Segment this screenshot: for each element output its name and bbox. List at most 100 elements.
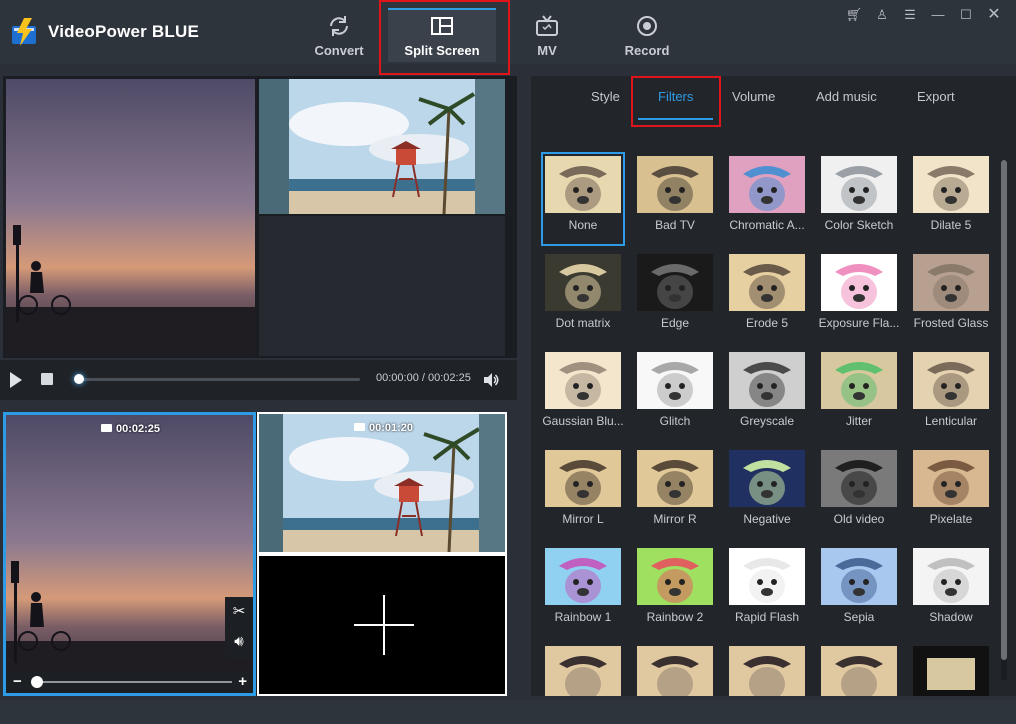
filter-edge[interactable]: Edge <box>633 250 717 344</box>
filter-shadow[interactable]: Shadow <box>909 544 993 638</box>
filter-partial[interactable] <box>541 642 625 696</box>
filter-old-video[interactable]: Old video <box>817 446 901 540</box>
record-icon <box>637 16 657 36</box>
filter-greyscale[interactable]: Greyscale <box>725 348 809 442</box>
filter-label: Rapid Flash <box>734 610 800 624</box>
filter-label: Edge <box>660 316 690 330</box>
filter-dot-matrix[interactable]: Dot matrix <box>541 250 625 344</box>
filter-label: Jitter <box>845 414 872 428</box>
filter-color-sketch[interactable]: Color Sketch <box>817 152 901 246</box>
tab-filters[interactable]: Filters <box>658 89 693 104</box>
status-bar <box>0 700 1016 724</box>
split-layout-editor: 00:02:25 ✂ 🔊︎ − + 00:01:20 <box>3 412 507 696</box>
split-slot-top-right[interactable]: 00:01:20 <box>257 412 507 554</box>
tab-add-music[interactable]: Add music <box>816 89 877 104</box>
tab-style[interactable]: Style <box>591 89 620 104</box>
filter-rainbow-2[interactable]: Rainbow 2 <box>633 544 717 638</box>
tab-volume[interactable]: Volume <box>732 89 775 104</box>
filter-dilate-5[interactable]: Dilate 5 <box>909 152 993 246</box>
stop-icon[interactable] <box>41 373 53 385</box>
filter-label: Dot matrix <box>555 316 611 330</box>
filter-label: Negative <box>743 512 791 526</box>
left-clip-duration: 00:02:25 <box>101 423 160 435</box>
filter-thumbnail <box>821 646 897 696</box>
seek-knob[interactable] <box>74 374 84 384</box>
volume-icon[interactable] <box>482 371 500 389</box>
filter-thumbnail <box>637 156 713 213</box>
menu-icon[interactable]: ☰ <box>896 6 924 24</box>
filter-thumbnail <box>729 450 805 507</box>
filter-label: Sepia <box>843 610 875 624</box>
preview-sunset-video <box>6 79 255 356</box>
filter-frosted-glass[interactable]: Frosted Glass <box>909 250 993 344</box>
preview-panel <box>3 76 517 358</box>
filter-label: Old video <box>833 512 885 526</box>
tab-convert-label: Convert <box>314 43 364 58</box>
filter-partial[interactable] <box>725 642 809 696</box>
zoom-slider[interactable] <box>32 681 232 683</box>
filter-mirror-l[interactable]: Mirror L <box>541 446 625 540</box>
convert-icon <box>330 16 348 36</box>
filter-bad-tv[interactable]: Bad TV <box>633 152 717 246</box>
clip-volume-icon[interactable]: 🔊︎ <box>225 627 253 657</box>
filter-thumbnail <box>821 450 897 507</box>
filter-thumbnail <box>545 156 621 213</box>
filter-thumbnail <box>913 646 989 696</box>
filter-thumbnail <box>729 156 805 213</box>
clip-tools: ✂ 🔊︎ <box>225 597 253 659</box>
tab-split-screen[interactable]: Split Screen <box>388 8 496 62</box>
filter-chromatic-a[interactable]: Chromatic A... <box>725 152 809 246</box>
filter-thumbnail <box>821 548 897 605</box>
tab-record[interactable]: Record <box>592 8 702 62</box>
scrollbar-thumb[interactable] <box>1001 160 1007 660</box>
filter-partial[interactable] <box>817 642 901 696</box>
split-slot-left[interactable]: 00:02:25 ✂ 🔊︎ − + <box>3 412 256 696</box>
filter-mirror-r[interactable]: Mirror R <box>633 446 717 540</box>
scissors-icon[interactable]: ✂ <box>225 597 253 627</box>
filter-label: Mirror R <box>653 512 697 526</box>
minimize-icon[interactable]: — <box>924 6 952 24</box>
play-icon[interactable] <box>8 371 24 389</box>
tv-icon <box>536 15 558 36</box>
tab-mv[interactable]: MV <box>492 8 602 62</box>
maximize-icon[interactable]: ☐ <box>952 6 980 24</box>
filter-erode-5[interactable]: Erode 5 <box>725 250 809 344</box>
tab-convert[interactable]: Convert <box>284 8 394 62</box>
user-icon[interactable]: ♙ <box>868 6 896 24</box>
filter-thumbnail <box>913 450 989 507</box>
filter-partial[interactable] <box>633 642 717 696</box>
filter-glitch[interactable]: Glitch <box>633 348 717 442</box>
filter-partial[interactable] <box>909 642 993 696</box>
sunset-clip <box>6 415 253 693</box>
filter-jitter[interactable]: Jitter <box>817 348 901 442</box>
filter-rainbow-1[interactable]: Rainbow 1 <box>541 544 625 638</box>
filter-pixelate[interactable]: Pixelate <box>909 446 993 540</box>
zoom-out-button[interactable]: − <box>13 673 22 690</box>
filter-rapid-flash[interactable]: Rapid Flash <box>725 544 809 638</box>
filter-lenticular[interactable]: Lenticular <box>909 348 993 442</box>
seek-bar[interactable] <box>78 378 360 381</box>
filter-gaussian-blu[interactable]: Gaussian Blu... <box>541 348 625 442</box>
filter-negative[interactable]: Negative <box>725 446 809 540</box>
filter-scrollbar[interactable] <box>1001 160 1007 680</box>
right-clip-duration: 00:01:20 <box>354 422 413 434</box>
filter-thumbnail <box>821 156 897 213</box>
filter-exposure-fla[interactable]: Exposure Fla... <box>817 250 901 344</box>
cart-icon[interactable]: 🛒︎ <box>840 6 868 24</box>
filter-thumbnail <box>913 352 989 409</box>
zoom-in-button[interactable]: + <box>238 673 247 690</box>
add-video-icon[interactable] <box>354 595 414 655</box>
filter-sepia[interactable]: Sepia <box>817 544 901 638</box>
filter-none[interactable]: None <box>541 152 625 246</box>
edit-tabs: Style Filters Volume Add music Export <box>531 76 1016 120</box>
filter-label: Frosted Glass <box>913 316 989 330</box>
filter-label: Lenticular <box>924 414 978 428</box>
tab-export[interactable]: Export <box>917 89 955 104</box>
player-controls: 00:00:00 / 00:02:25 <box>0 360 517 400</box>
split-slot-empty[interactable] <box>257 554 507 696</box>
close-icon[interactable]: ✕ <box>980 6 1008 24</box>
filter-thumbnail <box>545 548 621 605</box>
zoom-slider-knob[interactable] <box>31 676 43 688</box>
filter-thumbnail <box>821 352 897 409</box>
filter-label: Greyscale <box>739 414 795 428</box>
